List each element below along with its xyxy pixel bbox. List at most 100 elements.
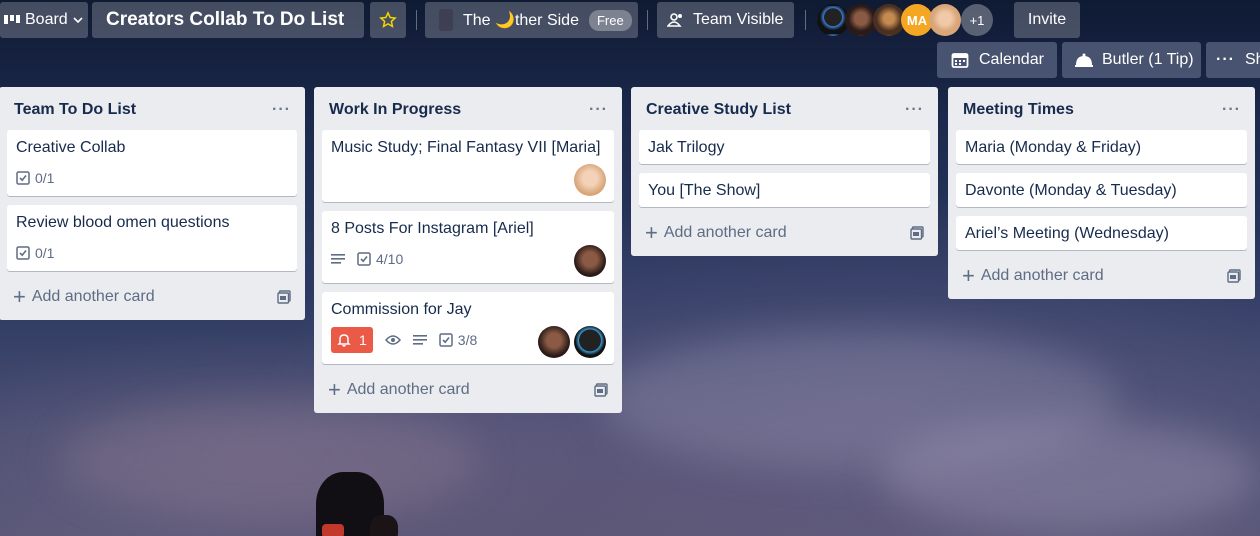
background-cloud (880, 420, 1260, 530)
card[interactable]: Commission for Jay 1 3/8 (322, 292, 614, 364)
card-title: Commission for Jay (331, 301, 472, 318)
card-title: Ariel’s Meeting (Wednesday) (965, 225, 1169, 242)
card-title: Jak Trilogy (648, 139, 725, 156)
card[interactable]: Review blood omen questions 0/1 (7, 205, 297, 271)
checklist-count: 0/1 (35, 170, 55, 186)
background-cloud (60, 400, 480, 520)
card-badges: 4/10 (331, 247, 606, 271)
checklist-icon (439, 333, 453, 347)
bell-icon (337, 333, 351, 347)
checklist-count: 3/8 (457, 332, 478, 348)
board-icon (4, 13, 20, 27)
watching-eye-icon (384, 334, 401, 346)
team-name: The 🌙ther Side (463, 12, 579, 29)
card[interactable]: Music Study; Final Fantasy VII [Maria] (322, 130, 614, 202)
checklist-count: 4/10 (376, 251, 404, 267)
card[interactable]: Creative Collab 0/1 (7, 130, 297, 196)
show-menu-button[interactable]: ··· Sh (1206, 42, 1260, 78)
card-title: Review blood omen questions (16, 214, 230, 231)
invite-button[interactable]: Invite (1014, 2, 1080, 38)
add-card-button[interactable]: + Add another card (328, 379, 470, 401)
card-template-icon[interactable] (277, 290, 291, 304)
board-title[interactable]: Creators Collab To Do List (92, 2, 364, 38)
add-card-row: + Add another card (639, 216, 930, 246)
add-card-label: Add another card (980, 267, 1104, 284)
butler-label: Butler (1 Tip) (1102, 51, 1194, 68)
list-menu-icon[interactable]: ··· (589, 101, 608, 119)
add-card-button[interactable]: + Add another card (962, 265, 1104, 287)
header-divider (416, 10, 417, 30)
checklist-icon (16, 246, 30, 260)
card[interactable]: Ariel’s Meeting (Wednesday) (956, 216, 1247, 250)
description-icon (331, 253, 345, 265)
checklist-icon (357, 252, 371, 266)
header-divider (805, 10, 806, 30)
calendar-icon (951, 51, 969, 69)
visibility-button[interactable]: Team Visible (657, 2, 794, 38)
board-switcher-label: Board (25, 11, 68, 28)
list-meeting-times: Meeting Times ··· Maria (Monday & Friday… (948, 87, 1255, 299)
checklist-badge: 3/8 (439, 332, 477, 348)
list-header: Team To Do List ··· (7, 95, 297, 125)
list-menu-icon[interactable]: ··· (1222, 101, 1241, 119)
plus-icon: + (962, 263, 975, 288)
card-title: Maria (Monday & Friday) (965, 139, 1142, 156)
plus-icon: + (645, 220, 658, 245)
card[interactable]: Jak Trilogy (639, 130, 930, 164)
card-title: Music Study; Final Fantasy VII [Maria] (331, 139, 601, 156)
card-badges: 0/1 (16, 166, 289, 190)
list-menu-icon[interactable]: ··· (905, 101, 924, 119)
team-visible-icon (667, 12, 685, 28)
card[interactable]: 8 Posts For Instagram [Ariel] 4/10 (322, 211, 614, 283)
butler-bell-icon (1074, 52, 1094, 68)
list-header: Meeting Times ··· (956, 95, 1247, 125)
checklist-icon (16, 171, 30, 185)
add-card-button[interactable]: + Add another card (13, 286, 155, 308)
card-title: Davonte (Monday & Tuesday) (965, 182, 1177, 199)
list-title[interactable]: Team To Do List (14, 101, 136, 119)
list-title[interactable]: Meeting Times (963, 101, 1074, 119)
list-menu-icon[interactable]: ··· (272, 101, 291, 119)
card-template-icon[interactable] (910, 226, 924, 240)
visibility-label: Team Visible (693, 11, 784, 28)
card[interactable]: Davonte (Monday & Tuesday) (956, 173, 1247, 207)
chevron-down-icon (73, 16, 83, 24)
card-members (574, 164, 606, 196)
notification-count: 1 (359, 332, 367, 348)
header-divider (647, 10, 648, 30)
butler-button[interactable]: Butler (1 Tip) (1062, 42, 1201, 78)
calendar-button[interactable]: Calendar (937, 42, 1057, 78)
list-header: Creative Study List ··· (639, 95, 930, 125)
list-title[interactable]: Work In Progress (329, 101, 461, 119)
add-card-label: Add another card (31, 288, 155, 305)
description-icon (412, 334, 427, 346)
card-title: Creative Collab (16, 139, 126, 156)
team-logo-icon (439, 9, 453, 31)
checklist-badge: 4/10 (357, 251, 403, 267)
list-title[interactable]: Creative Study List (646, 101, 791, 119)
avatar[interactable] (574, 326, 606, 358)
card[interactable]: Maria (Monday & Friday) (956, 130, 1247, 164)
board-switcher-button[interactable]: Board (0, 2, 88, 38)
background-person-arm (370, 515, 398, 536)
list-team-to-do: Team To Do List ··· Creative Collab 0/1 … (0, 87, 305, 320)
more-dots-icon: ··· (1216, 51, 1235, 68)
list-work-in-progress: Work In Progress ··· Music Study; Final … (314, 87, 622, 413)
plus-icon: + (13, 284, 26, 309)
star-icon (379, 11, 397, 29)
checklist-badge: 0/1 (16, 245, 54, 261)
team-plan-badge: Free (588, 9, 632, 31)
board-members: MA +1 (817, 4, 993, 36)
avatar[interactable] (538, 326, 570, 358)
team-button[interactable]: The 🌙ther Side Free (425, 2, 638, 38)
add-card-button[interactable]: + Add another card (645, 222, 787, 244)
checklist-count: 0/1 (35, 245, 55, 261)
avatar[interactable] (929, 4, 961, 36)
card-template-icon[interactable] (594, 383, 608, 397)
avatar[interactable] (574, 164, 606, 196)
avatar[interactable] (574, 245, 606, 277)
card-template-icon[interactable] (1227, 269, 1241, 283)
star-board-button[interactable] (370, 2, 406, 38)
more-members-button[interactable]: +1 (961, 4, 993, 36)
card[interactable]: You [The Show] (639, 173, 930, 207)
